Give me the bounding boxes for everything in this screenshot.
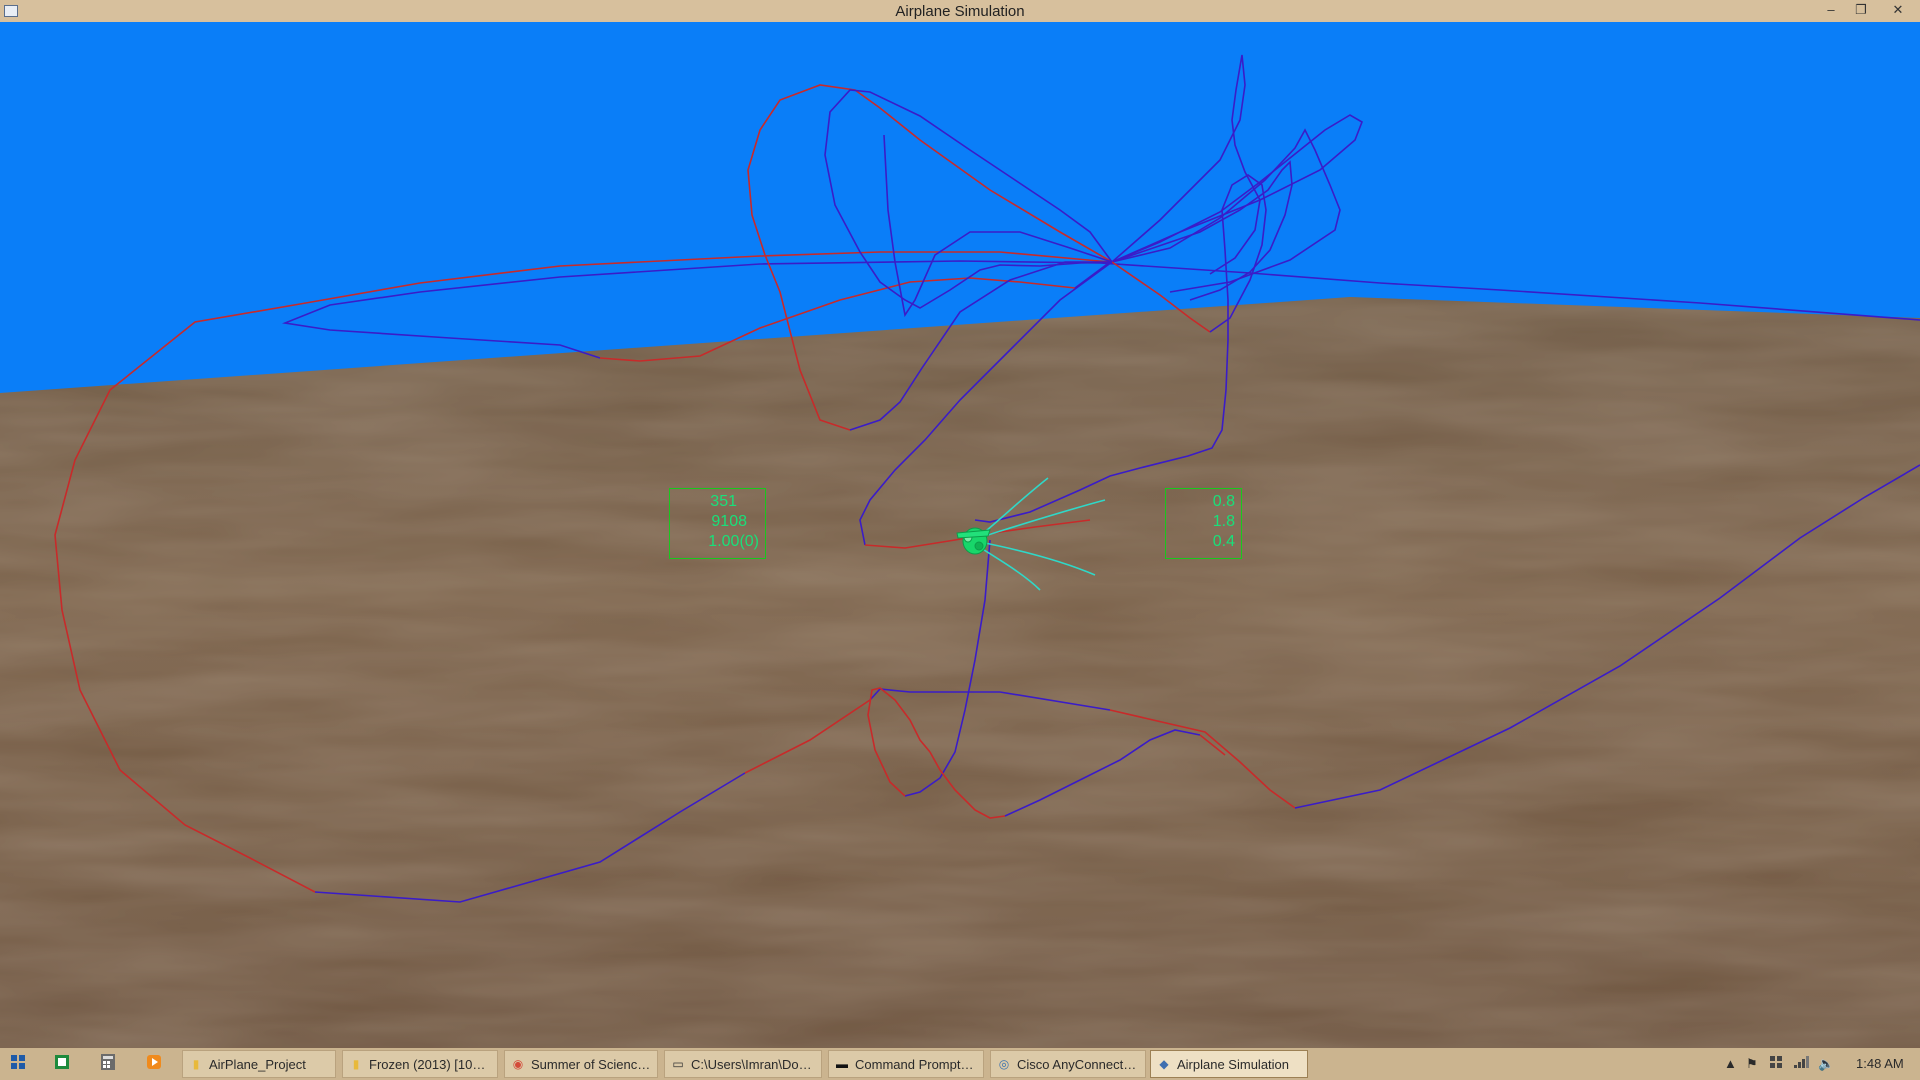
folder-icon: ▮ [352, 1057, 360, 1071]
hud-right-line-2: 1.8 [1212, 513, 1235, 530]
taskbar-item-label: Cisco AnyConnect S... [1017, 1057, 1139, 1072]
taskbar-item[interactable]: ◉ Summer of Science -... [504, 1050, 658, 1078]
restore-button[interactable]: ❐ [1846, 0, 1876, 22]
taskbar-item-label: Airplane Simulation [1177, 1057, 1290, 1072]
scene-svg [0, 22, 1920, 1048]
window-title: Airplane Simulation [895, 3, 1025, 20]
calculator-icon[interactable] [98, 1054, 118, 1074]
volume-icon[interactable]: 🔈 [1818, 1056, 1834, 1072]
hud-right-line-1: 0.8 [1212, 493, 1235, 510]
hud-left-line-3: 1.00(0) [708, 533, 759, 550]
title-bar: Airplane Simulation – ❐ ✕ [0, 0, 1920, 22]
taskbar-item[interactable]: ◆ Airplane Simulation [1150, 1050, 1308, 1078]
taskbar-item[interactable]: ▬ Command Prompt - ... [828, 1050, 984, 1078]
media-player-icon[interactable] [144, 1054, 164, 1074]
action-center-flag-icon[interactable]: ⚑ [1746, 1056, 1758, 1072]
network-signal-icon[interactable] [1794, 1056, 1810, 1071]
chrome-icon: ◉ [512, 1057, 524, 1071]
taskbar-item[interactable]: ▭ C:\Users\Imran\Dow... [664, 1050, 822, 1078]
taskbar: ▮ AirPlane_Project ▮ Frozen (2013) [1080p] ◉… [0, 1048, 1920, 1080]
taskbar-item[interactable]: ▮ AirPlane_Project [182, 1050, 336, 1078]
hud-left-panel: 351 9108 1.00(0) [669, 488, 766, 559]
taskbar-item[interactable]: ▮ Frozen (2013) [1080p] [342, 1050, 498, 1078]
excel-icon[interactable] [52, 1054, 72, 1074]
minimize-button[interactable]: – [1816, 0, 1846, 22]
show-hidden-icons-icon[interactable]: ▲ [1724, 1056, 1737, 1071]
clock[interactable]: 1:48 AM [1856, 1056, 1904, 1071]
cisco-icon: ◎ [998, 1057, 1010, 1071]
taskbar-item-label: Summer of Science -... [531, 1057, 651, 1072]
folder-icon: ▮ [192, 1057, 200, 1071]
taskbar-item-label: C:\Users\Imran\Dow... [691, 1057, 815, 1072]
python-icon: ◆ [1159, 1057, 1169, 1071]
hud-left-line-2: 9108 [711, 513, 747, 530]
taskbar-item-label: AirPlane_Project [209, 1057, 306, 1072]
taskbar-item-label: Command Prompt - ... [855, 1057, 977, 1072]
simulation-viewport[interactable]: 351 9108 1.00(0) 0.8 1.8 0.4 [0, 22, 1920, 1048]
command-prompt-icon: ▬ [836, 1057, 848, 1071]
hud-right-panel: 0.8 1.8 0.4 [1165, 488, 1242, 559]
ground-texture [0, 297, 1920, 1048]
close-button[interactable]: ✕ [1880, 0, 1916, 22]
hud-left-line-1: 351 [710, 493, 737, 510]
hud-right-line-3: 0.4 [1212, 533, 1235, 550]
windows-tray-icon[interactable] [1770, 1056, 1782, 1071]
start-windows-icon[interactable] [8, 1054, 28, 1074]
taskbar-item-label: Frozen (2013) [1080p] [369, 1057, 491, 1072]
console-window-icon: ▭ [672, 1057, 684, 1071]
taskbar-item[interactable]: ◎ Cisco AnyConnect S... [990, 1050, 1146, 1078]
